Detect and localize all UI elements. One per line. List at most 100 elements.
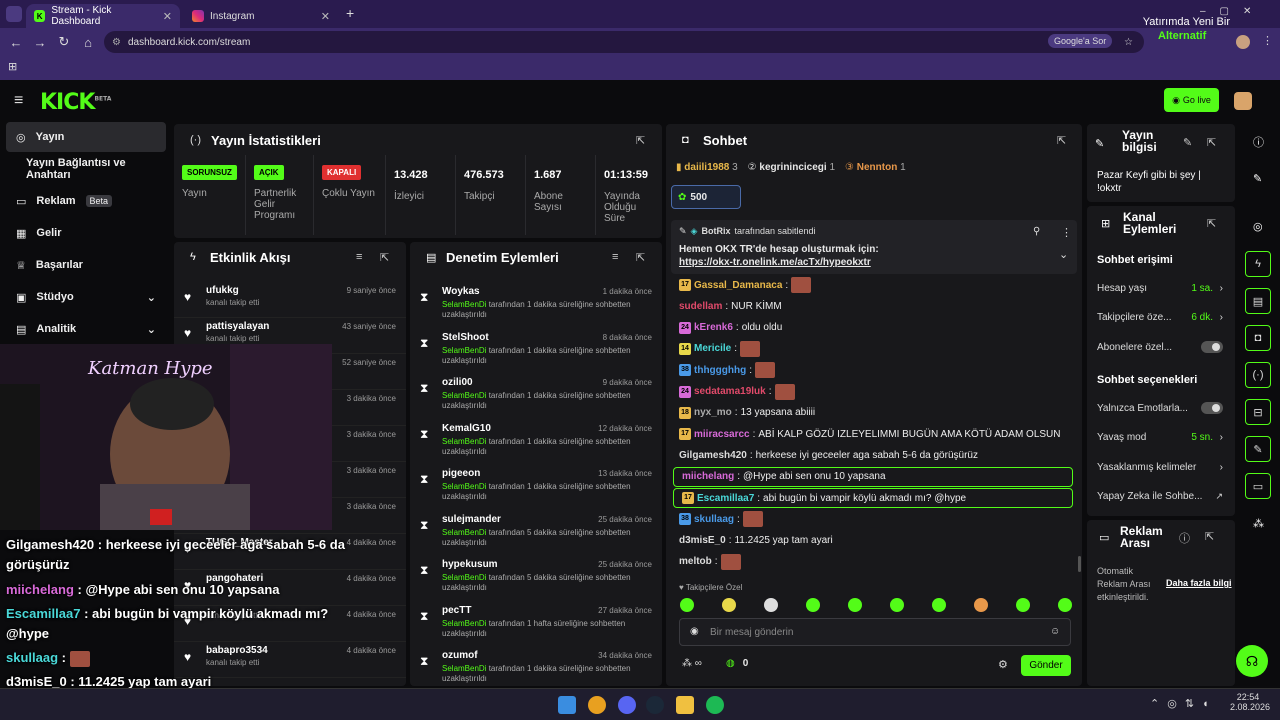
new-tab-icon[interactable]: + — [346, 5, 354, 21]
learn-more-link[interactable]: Daha fazla bilgi — [1166, 578, 1232, 588]
popout-icon[interactable]: ⇱ — [636, 134, 645, 147]
moderator-name[interactable]: SelamBenDi — [442, 437, 486, 446]
system-tray-icons[interactable]: ⌃◎⇅◖ — [1150, 697, 1217, 710]
window-controls[interactable]: –▢✕ — [1200, 6, 1265, 17]
channel-setting-row[interactable]: Yapay Zeka ile Sohbe... ↗ — [1097, 490, 1227, 504]
hamburger-menu-icon[interactable]: ≡ — [14, 92, 23, 110]
chat-username[interactable]: Escamillaa7 — [697, 493, 754, 504]
chat-scrollbar[interactable] — [1078, 556, 1081, 572]
rail-wrench-button[interactable]: ✎ — [1245, 436, 1271, 462]
chevron-down-icon[interactable]: ⌄ — [1059, 248, 1068, 261]
chat-input[interactable]: ◉ Bir mesaj gönderin ☺ — [679, 618, 1071, 646]
support-headset-button[interactable]: ☊ — [1236, 645, 1268, 677]
chat-username[interactable]: Gassal_Damanaca — [694, 280, 782, 291]
go-live-button[interactable]: ◉ Go live — [1164, 88, 1219, 112]
chat-username[interactable]: thhggghhg — [694, 365, 746, 376]
sidebar-item-yayin[interactable]: ◎ Yayın — [6, 122, 166, 152]
clock[interactable]: 22:54 2.08.2026 — [1230, 692, 1270, 712]
site-info-icon[interactable]: ⚙ — [112, 37, 121, 48]
emote-icon[interactable] — [806, 598, 820, 612]
emote-icon[interactable] — [680, 598, 694, 612]
chat-username[interactable]: sedatama19luk — [694, 386, 766, 397]
chrome-icon[interactable] — [588, 696, 606, 714]
file-explorer-icon[interactable] — [676, 696, 694, 714]
popout-icon[interactable]: ⇱ — [380, 251, 389, 264]
chat-username[interactable]: Mericile — [694, 343, 731, 354]
chat-username[interactable]: skullaag — [694, 514, 734, 525]
rail-document-button[interactable]: ▤ — [1245, 288, 1271, 314]
channel-points[interactable]: ◍ 0 — [726, 658, 748, 669]
moderator-name[interactable]: SelamBenDi — [442, 619, 486, 628]
menu-dots-icon[interactable]: ⋮ — [1262, 34, 1273, 47]
google-ask-button[interactable]: Google'a Sor — [1048, 34, 1113, 48]
emote-icon[interactable] — [890, 598, 904, 612]
toggle-switch[interactable] — [1201, 402, 1223, 414]
channel-setting-row[interactable]: Yalnızca Emotlarla... — [1097, 401, 1227, 415]
leader-3[interactable]: ③ Nennton 1 — [845, 162, 906, 173]
emote-icon[interactable] — [1058, 598, 1072, 612]
sidebar-item-gelir[interactable]: ▦ Gelir — [6, 218, 166, 248]
channel-setting-row[interactable]: Abonelere özel... — [1097, 340, 1227, 354]
url-field[interactable]: ⚙ dashboard.kick.com/stream Google'a Sor… — [104, 31, 1144, 53]
spotify-icon[interactable] — [706, 696, 724, 714]
rail-window-button[interactable]: ▭ — [1245, 473, 1271, 499]
sidebar-item-stream-key[interactable]: Yayın Bağlantısı ve Anahtarı — [6, 154, 166, 184]
emote-icon[interactable] — [848, 598, 862, 612]
emote-icon[interactable] — [932, 598, 946, 612]
popout-icon[interactable]: ⇱ — [1205, 530, 1214, 543]
menu-dots-icon[interactable]: ⋮ — [1061, 226, 1072, 239]
star-icon[interactable]: ☆ — [1124, 37, 1133, 48]
kick-logo[interactable]: KICKBETA — [40, 90, 111, 115]
edit-icon[interactable]: ✎ — [1253, 172, 1262, 185]
popout-icon[interactable]: ⇱ — [1207, 217, 1216, 230]
user-avatar[interactable] — [1234, 92, 1252, 110]
toggle-switch[interactable] — [1201, 341, 1223, 353]
sidebar-item-basarilar[interactable]: ♕ Başarılar — [6, 250, 166, 280]
chat-username[interactable]: Gilgamesh420 — [679, 450, 747, 461]
chat-username[interactable]: miiracsarcc — [694, 429, 750, 440]
discord-icon[interactable] — [618, 696, 636, 714]
chat-username[interactable]: sudellam — [679, 301, 722, 312]
popout-icon[interactable]: ⇱ — [1057, 134, 1066, 147]
channel-setting-row[interactable]: Yasaklanmış kelimeler › — [1097, 460, 1227, 474]
emote-icon[interactable] — [1016, 598, 1030, 612]
moderator-name[interactable]: SelamBenDi — [442, 346, 486, 355]
close-icon[interactable]: ✕ — [321, 10, 330, 23]
chat-username[interactable]: miichelang — [682, 471, 734, 482]
info-icon[interactable]: ⓘ — [1179, 530, 1190, 546]
sidebar-item-studyo[interactable]: ▣ Stüdyo ⌄ — [6, 282, 166, 312]
tab-instagram[interactable]: Instagram ✕ — [184, 4, 338, 28]
moderator-name[interactable]: SelamBenDi — [442, 300, 486, 309]
filter-icon[interactable]: ≡ — [356, 251, 362, 263]
back-icon[interactable]: ← — [4, 35, 28, 50]
rail-chat-button[interactable]: ◘ — [1245, 325, 1271, 351]
rail-lightning-button[interactable]: ϟ — [1245, 251, 1271, 277]
leader-1[interactable]: ▮ daiili1988 3 — [676, 162, 738, 173]
channel-setting-row[interactable]: Hesap yaşı 1 sa. › — [1097, 281, 1227, 295]
windows-start-icon[interactable] — [558, 696, 576, 714]
unpin-icon[interactable]: ⚲ — [1033, 226, 1040, 237]
edit-icon[interactable]: ✎ — [1183, 136, 1192, 149]
popout-icon[interactable]: ⇱ — [1207, 136, 1216, 149]
emote-icon[interactable] — [764, 598, 778, 612]
pinned-link[interactable]: https://okx-tr.onelink.me/acTx/hypeokxtr — [679, 257, 871, 268]
popout-icon[interactable]: ⇱ — [636, 251, 645, 264]
gear-icon[interactable]: ⚙ — [998, 658, 1008, 671]
leader-2[interactable]: ② kegrinincicegi 1 — [748, 162, 835, 173]
rail-sliders-button[interactable]: ⊟ — [1245, 399, 1271, 425]
channel-setting-row[interactable]: Takipçilere öze... 6 dk. › — [1097, 311, 1227, 325]
channel-setting-row[interactable]: Yavaş mod 5 sn. › — [1097, 431, 1227, 445]
emoji-icon[interactable]: ☺ — [1050, 626, 1060, 637]
send-button[interactable]: Gönder — [1021, 655, 1071, 676]
profile-avatar[interactable] — [1236, 35, 1250, 49]
tab-search-icon[interactable] — [6, 6, 22, 22]
forward-icon[interactable]: → — [28, 35, 52, 50]
close-icon[interactable]: ✕ — [163, 10, 172, 23]
moderator-name[interactable]: SelamBenDi — [442, 391, 486, 400]
info-icon[interactable]: ⓘ — [1253, 134, 1264, 150]
apps-grid-icon[interactable]: ⊞ — [8, 60, 17, 73]
moderator-name[interactable]: SelamBenDi — [442, 482, 486, 491]
moderator-name[interactable]: SelamBenDi — [442, 528, 486, 537]
chat-username[interactable]: d3misE_0 — [679, 535, 726, 546]
sidebar-item-reklam[interactable]: ▭ Reklam Beta — [6, 186, 166, 216]
